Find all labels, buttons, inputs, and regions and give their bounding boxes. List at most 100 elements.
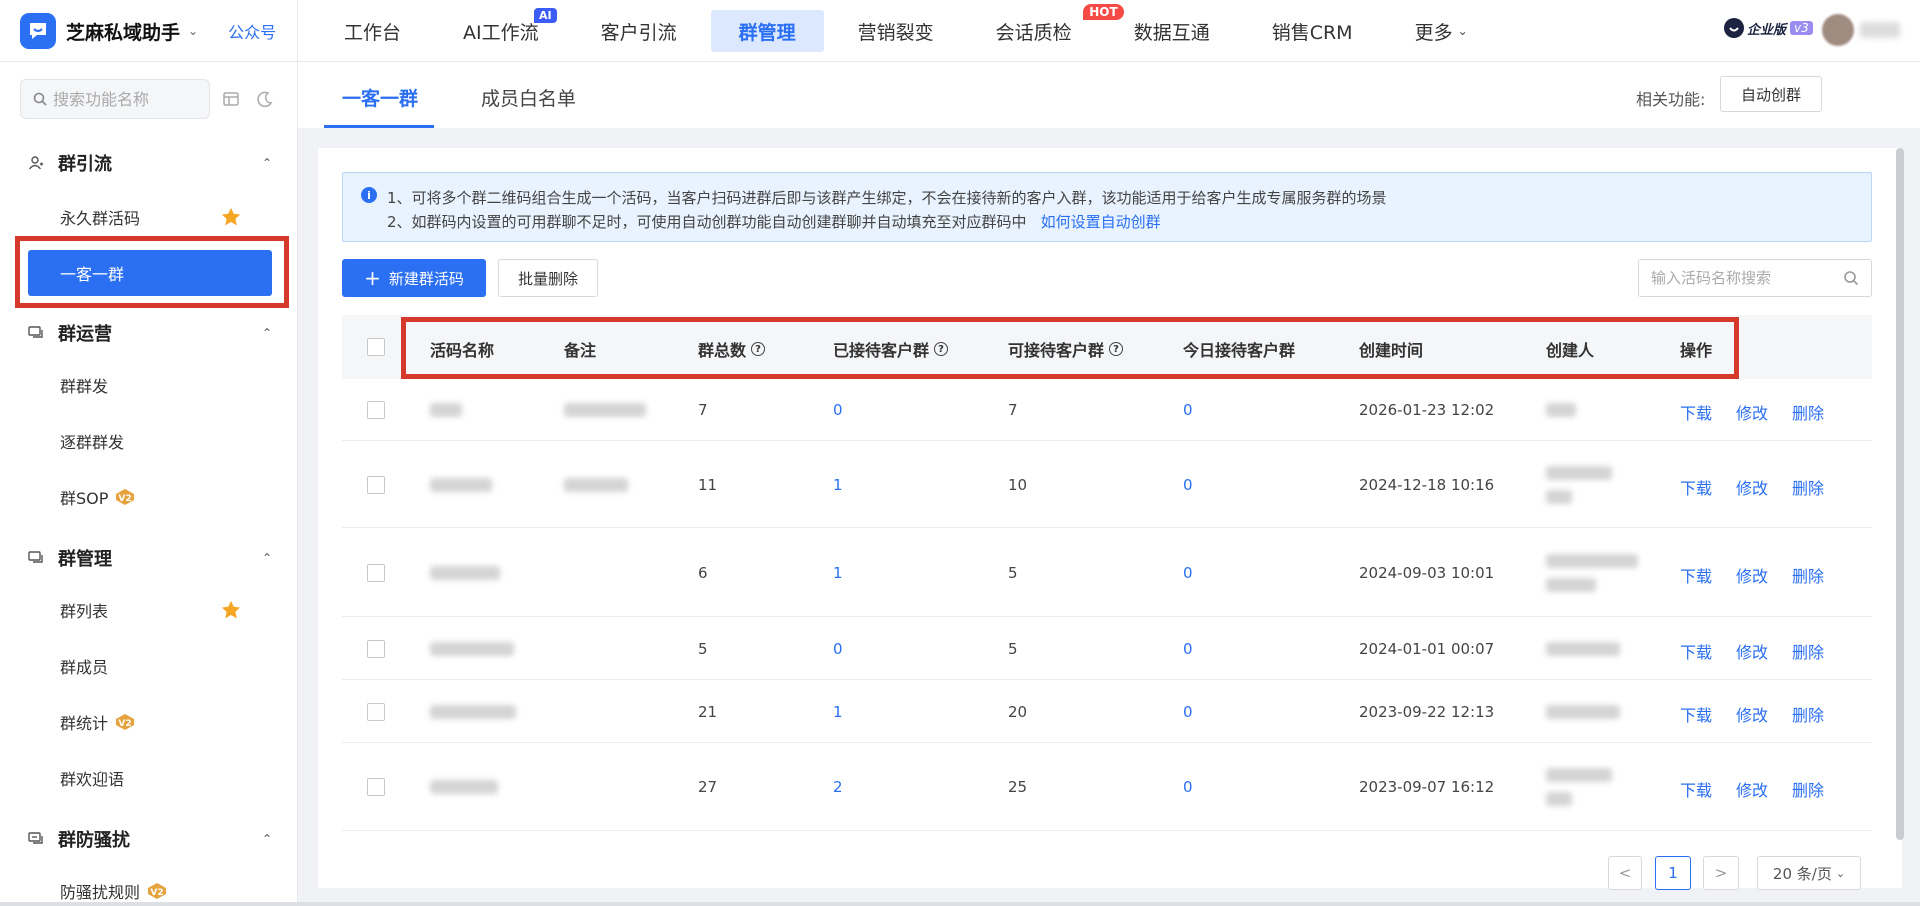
delete-action[interactable]: 删除 [1792, 475, 1824, 499]
official-account-link[interactable]: 公众号 [228, 19, 276, 43]
sidebar-item-permanent-qr[interactable]: 永久群活码 [28, 194, 272, 240]
cell-today[interactable]: 0 [1183, 703, 1193, 721]
cell-today[interactable]: 0 [1183, 564, 1193, 582]
download-action[interactable]: 下载 [1680, 400, 1712, 424]
edit-action[interactable]: 修改 [1736, 639, 1768, 663]
remark-blurred [564, 403, 646, 417]
auto-create-group-button[interactable]: 自动创群 [1720, 76, 1822, 112]
tab-member-whitelist[interactable]: 成员白名单 [481, 84, 576, 111]
page-scrollbar[interactable] [1896, 148, 1904, 840]
edit-action[interactable]: 修改 [1736, 702, 1768, 726]
search-icon [33, 92, 47, 106]
chevron-up-icon[interactable]: ⌃ [262, 551, 272, 565]
layout-toggle-icon[interactable] [222, 90, 240, 112]
sidebar-item-group-stats[interactable]: 群统计 V2 [28, 699, 272, 745]
prev-page-button[interactable]: < [1608, 856, 1642, 890]
row-checkbox[interactable] [367, 401, 385, 419]
nav-session-qc[interactable]: 会话质检 HOT [968, 4, 1124, 52]
cell-received[interactable]: 1 [833, 476, 843, 494]
cell-received[interactable]: 1 [833, 703, 843, 721]
edit-action[interactable]: 修改 [1736, 400, 1768, 424]
sidebar-group-title: 群管理 [58, 549, 112, 570]
download-action[interactable]: 下载 [1680, 475, 1712, 499]
cell-received[interactable]: 1 [833, 564, 843, 582]
download-action[interactable]: 下载 [1680, 777, 1712, 801]
chevron-up-icon[interactable]: ⌃ [262, 326, 272, 340]
user-name-blurred[interactable] [1860, 22, 1900, 38]
delete-action[interactable]: 删除 [1792, 702, 1824, 726]
nav-customer-acquisition[interactable]: 客户引流 [573, 10, 705, 52]
delete-action[interactable]: 删除 [1792, 777, 1824, 801]
nav-more[interactable]: 更多 ⌄ [1387, 10, 1496, 52]
next-page-button[interactable]: > [1703, 856, 1739, 890]
page-size-select[interactable]: 20 条/页 ⌄ [1757, 856, 1861, 890]
sidebar-item-group-sop[interactable]: 群SOP V2 [28, 474, 272, 520]
select-all-checkbox[interactable] [367, 338, 385, 356]
cell-today[interactable]: 0 [1183, 778, 1193, 796]
cell-today[interactable]: 0 [1183, 476, 1193, 494]
sidebar-item-group-broadcast[interactable]: 群群发 [28, 362, 272, 408]
qr-search-input[interactable] [1651, 269, 1831, 287]
chevron-up-icon[interactable]: ⌃ [262, 156, 272, 170]
cell-received[interactable]: 2 [833, 778, 843, 796]
chevron-down-icon: ⌄ [1835, 866, 1846, 880]
cell-available: 20 [1008, 703, 1028, 721]
nav-sales-crm[interactable]: 销售CRM [1244, 10, 1381, 52]
nav-ai-workflow[interactable]: AI工作流 AI [435, 8, 567, 52]
qr-search-box[interactable] [1638, 259, 1872, 297]
delete-action[interactable]: 删除 [1792, 400, 1824, 424]
sidebar-item-per-group-broadcast[interactable]: 逐群群发 [28, 418, 272, 464]
sidebar-group-anti-harass[interactable]: 群防骚扰 ⌃ [28, 826, 272, 852]
batch-delete-button[interactable]: 批量删除 [498, 259, 598, 297]
user-avatar[interactable] [1822, 14, 1854, 46]
edit-action[interactable]: 修改 [1736, 475, 1768, 499]
delete-action[interactable]: 删除 [1792, 639, 1824, 663]
sidebar-search-input[interactable] [53, 89, 203, 109]
nav-workbench[interactable]: 工作台 [316, 10, 429, 52]
sidebar-group-lead[interactable]: 群引流 ⌃ [28, 150, 272, 176]
edit-action[interactable]: 修改 [1736, 777, 1768, 801]
page-1-button[interactable]: 1 [1655, 856, 1691, 890]
row-checkbox[interactable] [367, 640, 385, 658]
highlight-box-header [401, 317, 1739, 379]
star-icon[interactable] [220, 599, 242, 621]
download-action[interactable]: 下载 [1680, 702, 1712, 726]
cell-today[interactable]: 0 [1183, 640, 1193, 658]
sidebar-item-anti-harass-rules[interactable]: 防骚扰规则 V2 [28, 868, 272, 906]
row-checkbox[interactable] [367, 564, 385, 582]
nav-group-management[interactable]: 群管理 [710, 10, 824, 52]
auto-create-help-link[interactable]: 如何设置自动创群 [1041, 213, 1161, 231]
app-name[interactable]: 芝麻私域助手 [66, 18, 180, 45]
row-checkbox[interactable] [367, 778, 385, 796]
download-action[interactable]: 下载 [1680, 563, 1712, 587]
notice-line-1: 1、可将多个群二维码组合生成一个活码，当客户扫码进群后即与该群产生绑定，不会在接… [387, 189, 1387, 207]
cell-received[interactable]: 0 [833, 401, 843, 419]
tab-one-customer-one-group[interactable]: 一客一群 [342, 84, 418, 111]
creator-blurred [1546, 490, 1572, 504]
cell-total: 5 [698, 640, 708, 658]
cell-received[interactable]: 0 [833, 640, 843, 658]
sidebar-group-operation[interactable]: 群运营 ⌃ [28, 320, 272, 346]
row-checkbox[interactable] [367, 703, 385, 721]
star-icon[interactable] [220, 206, 242, 228]
sidebar-group-management[interactable]: 群管理 ⌃ [28, 545, 272, 571]
chevron-up-icon[interactable]: ⌃ [262, 832, 272, 846]
row-checkbox[interactable] [367, 476, 385, 494]
sidebar-item-group-list[interactable]: 群列表 [28, 587, 272, 633]
delete-action[interactable]: 删除 [1792, 563, 1824, 587]
download-action[interactable]: 下载 [1680, 639, 1712, 663]
nav-marketing-fission[interactable]: 营销裂变 [830, 10, 962, 52]
nav-data-sync[interactable]: 数据互通 [1106, 10, 1238, 52]
new-qr-button[interactable]: + 新建群活码 [342, 259, 486, 297]
qr-name-blurred [430, 478, 492, 492]
chevron-down-icon[interactable]: ⌄ [188, 24, 198, 38]
cell-created-time: 2026-01-23 12:02 [1359, 401, 1495, 419]
sidebar-item-group-welcome[interactable]: 群欢迎语 [28, 755, 272, 801]
search-icon[interactable] [1843, 270, 1859, 286]
sidebar-item-group-members[interactable]: 群成员 [28, 643, 272, 689]
edit-action[interactable]: 修改 [1736, 563, 1768, 587]
cell-today[interactable]: 0 [1183, 401, 1193, 419]
nav-label: 客户引流 [600, 21, 677, 44]
dark-mode-icon[interactable] [256, 90, 274, 112]
sidebar-search[interactable] [20, 79, 210, 119]
